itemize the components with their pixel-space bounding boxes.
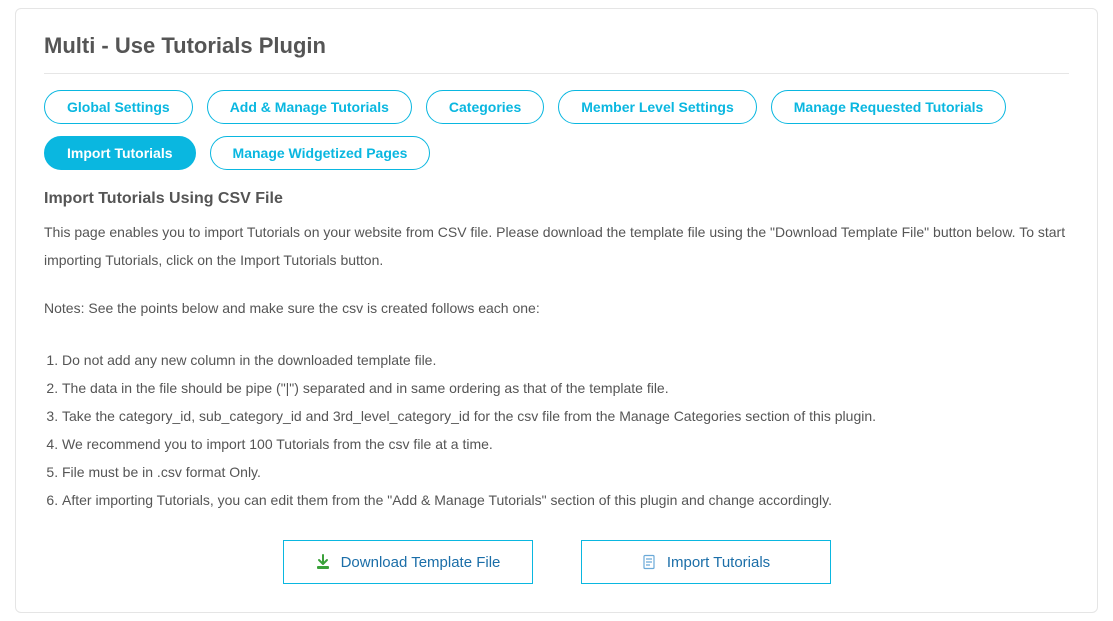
tab-global-settings[interactable]: Global Settings	[44, 90, 193, 124]
content-card: Multi - Use Tutorials Plugin Global Sett…	[15, 8, 1098, 613]
download-template-label: Download Template File	[341, 554, 501, 571]
list-item: Take the category_id, sub_category_id an…	[62, 402, 1069, 430]
import-tutorials-button[interactable]: Import Tutorials	[581, 540, 831, 584]
list-item: Do not add any new column in the downloa…	[62, 346, 1069, 374]
list-item: After importing Tutorials, you can edit …	[62, 486, 1069, 514]
import-tutorials-label: Import Tutorials	[667, 554, 770, 571]
tab-bar: Global Settings Add & Manage Tutorials C…	[44, 90, 1069, 170]
page-title: Multi - Use Tutorials Plugin	[44, 33, 1069, 59]
tab-manage-widgetized-pages[interactable]: Manage Widgetized Pages	[210, 136, 431, 170]
section-description: This page enables you to import Tutorial…	[44, 218, 1069, 274]
notes-label: Notes: See the points below and make sur…	[44, 294, 1069, 322]
tab-manage-requested-tutorials[interactable]: Manage Requested Tutorials	[771, 90, 1007, 124]
tab-import-tutorials[interactable]: Import Tutorials	[44, 136, 196, 170]
action-row: Download Template File Import Tutorials	[44, 540, 1069, 584]
tab-add-manage-tutorials[interactable]: Add & Manage Tutorials	[207, 90, 412, 124]
list-item: The data in the file should be pipe ("|"…	[62, 374, 1069, 402]
section-title: Import Tutorials Using CSV File	[44, 190, 1069, 208]
notes-list: Do not add any new column in the downloa…	[44, 346, 1069, 514]
divider	[44, 73, 1069, 74]
download-template-button[interactable]: Download Template File	[283, 540, 533, 584]
list-item: We recommend you to import 100 Tutorials…	[62, 430, 1069, 458]
list-item: File must be in .csv format Only.	[62, 458, 1069, 486]
import-icon	[641, 554, 657, 570]
tab-member-level-settings[interactable]: Member Level Settings	[558, 90, 757, 124]
tab-categories[interactable]: Categories	[426, 90, 544, 124]
download-icon	[315, 554, 331, 570]
